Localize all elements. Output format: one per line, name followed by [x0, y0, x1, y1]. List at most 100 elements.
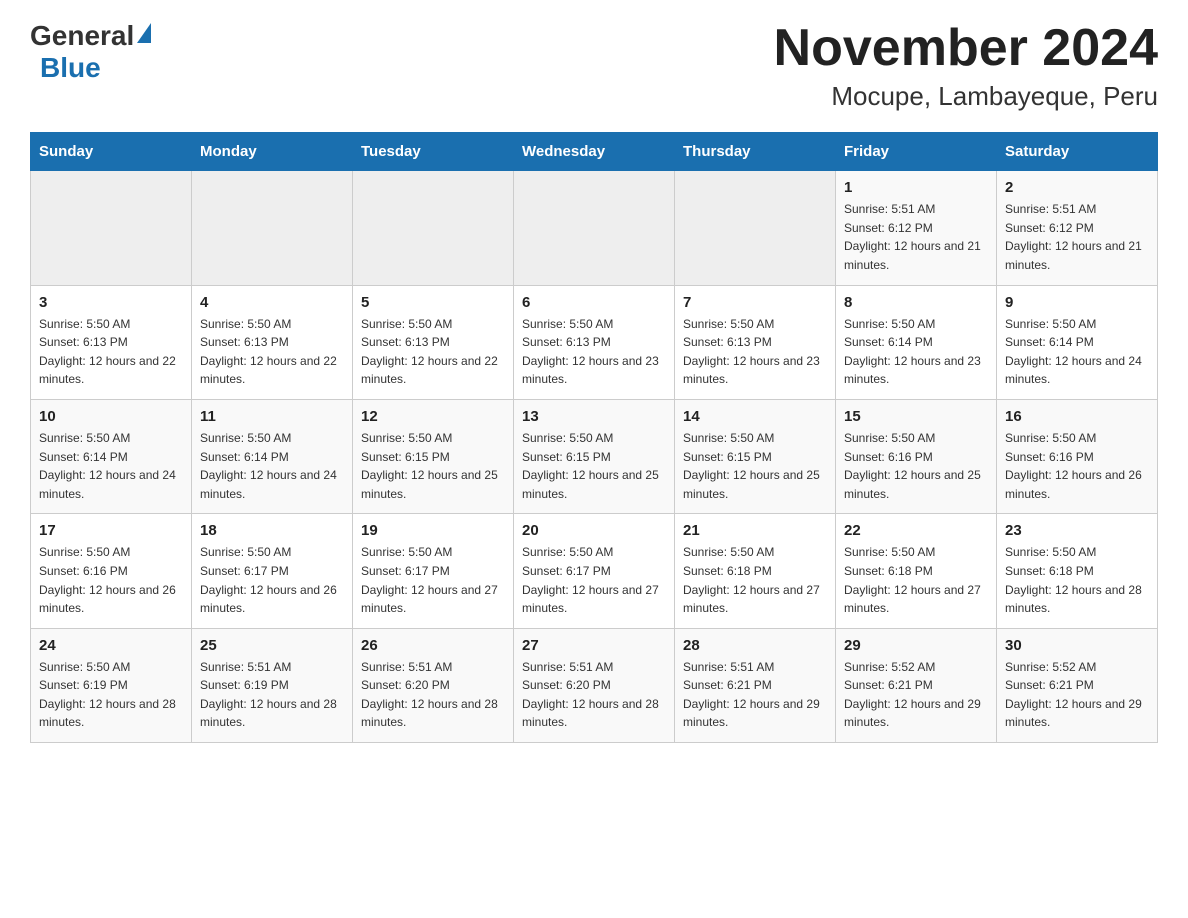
calendar-cell: 22 Sunrise: 5:50 AM Sunset: 6:18 PM Dayli…: [836, 514, 997, 628]
calendar-cell: 4 Sunrise: 5:50 AM Sunset: 6:13 PM Daylig…: [192, 285, 353, 399]
day-number: 19: [361, 522, 505, 539]
page-header: General Blue November 2024 Mocupe, Lamba…: [30, 20, 1158, 112]
calendar-cell: 1 Sunrise: 5:51 AM Sunset: 6:12 PM Daylig…: [836, 171, 997, 285]
day-info: Sunrise: 5:50 AM Sunset: 6:15 PM Dayligh…: [361, 429, 505, 503]
day-number: 14: [683, 408, 827, 425]
day-info: Sunrise: 5:50 AM Sunset: 6:13 PM Dayligh…: [39, 315, 183, 389]
calendar-header-row: SundayMondayTuesdayWednesdayThursdayFrid…: [31, 133, 1158, 171]
day-info: Sunrise: 5:52 AM Sunset: 6:21 PM Dayligh…: [1005, 658, 1149, 732]
day-info: Sunrise: 5:51 AM Sunset: 6:20 PM Dayligh…: [522, 658, 666, 732]
calendar-cell: [514, 171, 675, 285]
calendar-cell: 23 Sunrise: 5:50 AM Sunset: 6:18 PM Dayli…: [997, 514, 1158, 628]
day-info: Sunrise: 5:51 AM Sunset: 6:20 PM Dayligh…: [361, 658, 505, 732]
day-number: 13: [522, 408, 666, 425]
day-number: 30: [1005, 637, 1149, 654]
day-number: 12: [361, 408, 505, 425]
calendar-cell: 27 Sunrise: 5:51 AM Sunset: 6:20 PM Dayli…: [514, 628, 675, 742]
day-number: 7: [683, 294, 827, 311]
calendar-cell: [353, 171, 514, 285]
calendar-cell: 7 Sunrise: 5:50 AM Sunset: 6:13 PM Daylig…: [675, 285, 836, 399]
day-number: 4: [200, 294, 344, 311]
calendar-cell: 9Sunrise: 5:50 AM Sunset: 6:14 PM Daylig…: [997, 285, 1158, 399]
calendar-cell: 29 Sunrise: 5:52 AM Sunset: 6:21 PM Dayli…: [836, 628, 997, 742]
calendar-header-friday: Friday: [836, 133, 997, 171]
calendar-cell: 28Sunrise: 5:51 AM Sunset: 6:21 PM Dayli…: [675, 628, 836, 742]
calendar-row-5: 24 Sunrise: 5:50 AM Sunset: 6:19 PM Dayli…: [31, 628, 1158, 742]
day-info: Sunrise: 5:50 AM Sunset: 6:13 PM Dayligh…: [522, 315, 666, 389]
day-info: Sunrise: 5:50 AM Sunset: 6:18 PM Dayligh…: [844, 543, 988, 617]
logo-blue-text: Blue: [34, 52, 101, 83]
day-number: 16: [1005, 408, 1149, 425]
day-number: 6: [522, 294, 666, 311]
calendar-cell: 15 Sunrise: 5:50 AM Sunset: 6:16 PM Dayli…: [836, 399, 997, 513]
day-info: Sunrise: 5:50 AM Sunset: 6:16 PM Dayligh…: [39, 543, 183, 617]
calendar-cell: 18 Sunrise: 5:50 AM Sunset: 6:17 PM Dayli…: [192, 514, 353, 628]
day-info: Sunrise: 5:50 AM Sunset: 6:15 PM Dayligh…: [683, 429, 827, 503]
day-number: 23: [1005, 522, 1149, 539]
day-number: 18: [200, 522, 344, 539]
day-info: Sunrise: 5:50 AM Sunset: 6:13 PM Dayligh…: [683, 315, 827, 389]
calendar-row-4: 17Sunrise: 5:50 AM Sunset: 6:16 PM Dayli…: [31, 514, 1158, 628]
day-number: 26: [361, 637, 505, 654]
calendar-cell: 16Sunrise: 5:50 AM Sunset: 6:16 PM Dayli…: [997, 399, 1158, 513]
calendar-row-1: 1 Sunrise: 5:51 AM Sunset: 6:12 PM Daylig…: [31, 171, 1158, 285]
calendar-cell: 24 Sunrise: 5:50 AM Sunset: 6:19 PM Dayli…: [31, 628, 192, 742]
calendar-header-wednesday: Wednesday: [514, 133, 675, 171]
calendar-cell: 11 Sunrise: 5:50 AM Sunset: 6:14 PM Dayli…: [192, 399, 353, 513]
day-number: 22: [844, 522, 988, 539]
day-info: Sunrise: 5:50 AM Sunset: 6:14 PM Dayligh…: [200, 429, 344, 503]
calendar-cell: 26 Sunrise: 5:51 AM Sunset: 6:20 PM Dayli…: [353, 628, 514, 742]
calendar-cell: 14 Sunrise: 5:50 AM Sunset: 6:15 PM Dayli…: [675, 399, 836, 513]
calendar-cell: 19 Sunrise: 5:50 AM Sunset: 6:17 PM Dayli…: [353, 514, 514, 628]
day-number: 2: [1005, 179, 1149, 196]
day-number: 21: [683, 522, 827, 539]
calendar-cell: [675, 171, 836, 285]
calendar-header-saturday: Saturday: [997, 133, 1158, 171]
calendar-cell: 17Sunrise: 5:50 AM Sunset: 6:16 PM Dayli…: [31, 514, 192, 628]
day-number: 29: [844, 637, 988, 654]
page-subtitle: Mocupe, Lambayeque, Peru: [774, 81, 1158, 112]
day-info: Sunrise: 5:50 AM Sunset: 6:14 PM Dayligh…: [39, 429, 183, 503]
calendar-cell: [192, 171, 353, 285]
calendar-cell: 21Sunrise: 5:50 AM Sunset: 6:18 PM Dayli…: [675, 514, 836, 628]
calendar-cell: 20Sunrise: 5:50 AM Sunset: 6:17 PM Dayli…: [514, 514, 675, 628]
day-number: 8: [844, 294, 988, 311]
day-number: 15: [844, 408, 988, 425]
day-info: Sunrise: 5:51 AM Sunset: 6:12 PM Dayligh…: [1005, 200, 1149, 274]
calendar-cell: 25Sunrise: 5:51 AM Sunset: 6:19 PM Dayli…: [192, 628, 353, 742]
day-number: 25: [200, 637, 344, 654]
calendar-header-sunday: Sunday: [31, 133, 192, 171]
calendar-cell: 3 Sunrise: 5:50 AM Sunset: 6:13 PM Daylig…: [31, 285, 192, 399]
calendar-cell: 10 Sunrise: 5:50 AM Sunset: 6:14 PM Dayli…: [31, 399, 192, 513]
day-info: Sunrise: 5:50 AM Sunset: 6:19 PM Dayligh…: [39, 658, 183, 732]
day-info: Sunrise: 5:50 AM Sunset: 6:17 PM Dayligh…: [200, 543, 344, 617]
day-number: 24: [39, 637, 183, 654]
day-info: Sunrise: 5:50 AM Sunset: 6:16 PM Dayligh…: [844, 429, 988, 503]
calendar-cell: 12 Sunrise: 5:50 AM Sunset: 6:15 PM Dayli…: [353, 399, 514, 513]
day-number: 28: [683, 637, 827, 654]
calendar-cell: 30 Sunrise: 5:52 AM Sunset: 6:21 PM Dayli…: [997, 628, 1158, 742]
calendar-cell: 13Sunrise: 5:50 AM Sunset: 6:15 PM Dayli…: [514, 399, 675, 513]
day-number: 5: [361, 294, 505, 311]
day-info: Sunrise: 5:50 AM Sunset: 6:17 PM Dayligh…: [522, 543, 666, 617]
day-info: Sunrise: 5:50 AM Sunset: 6:13 PM Dayligh…: [361, 315, 505, 389]
calendar-cell: [31, 171, 192, 285]
day-number: 9: [1005, 294, 1149, 311]
day-number: 27: [522, 637, 666, 654]
calendar-row-2: 3 Sunrise: 5:50 AM Sunset: 6:13 PM Daylig…: [31, 285, 1158, 399]
logo-triangle-icon: [137, 23, 151, 43]
calendar-cell: 2 Sunrise: 5:51 AM Sunset: 6:12 PM Daylig…: [997, 171, 1158, 285]
calendar-row-3: 10 Sunrise: 5:50 AM Sunset: 6:14 PM Dayli…: [31, 399, 1158, 513]
day-info: Sunrise: 5:52 AM Sunset: 6:21 PM Dayligh…: [844, 658, 988, 732]
calendar-header-monday: Monday: [192, 133, 353, 171]
day-info: Sunrise: 5:50 AM Sunset: 6:18 PM Dayligh…: [1005, 543, 1149, 617]
title-block: November 2024 Mocupe, Lambayeque, Peru: [774, 20, 1158, 112]
day-number: 3: [39, 294, 183, 311]
day-number: 1: [844, 179, 988, 196]
day-info: Sunrise: 5:50 AM Sunset: 6:13 PM Dayligh…: [200, 315, 344, 389]
page-title: November 2024: [774, 20, 1158, 77]
day-number: 10: [39, 408, 183, 425]
day-number: 11: [200, 408, 344, 425]
day-info: Sunrise: 5:51 AM Sunset: 6:12 PM Dayligh…: [844, 200, 988, 274]
day-info: Sunrise: 5:50 AM Sunset: 6:17 PM Dayligh…: [361, 543, 505, 617]
